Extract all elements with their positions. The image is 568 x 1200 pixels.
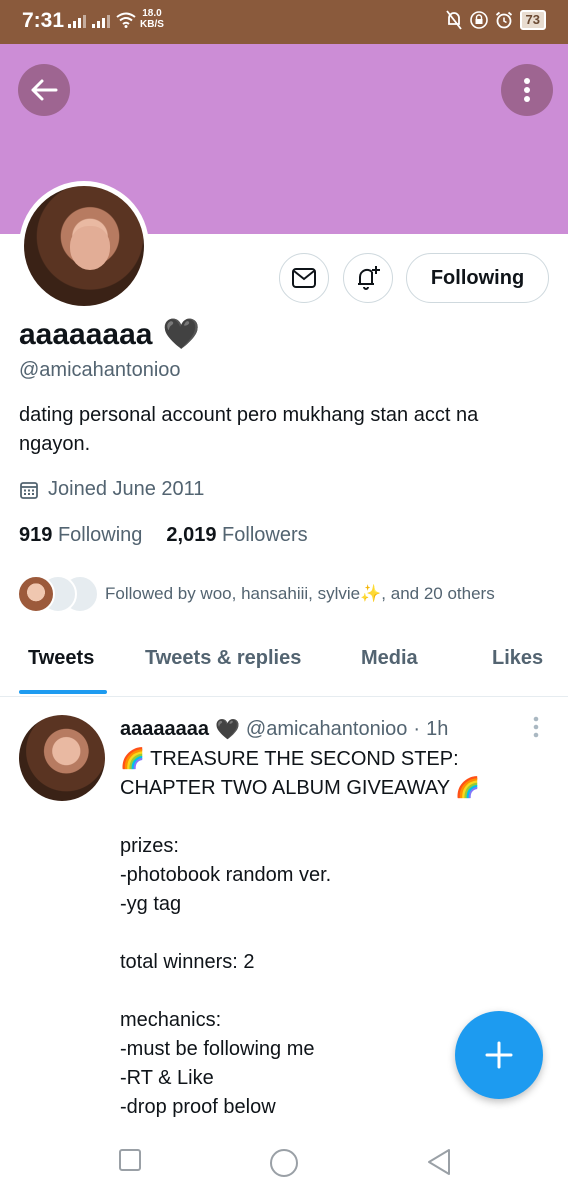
calendar-icon — [20, 481, 38, 499]
following-count-link[interactable]: 919 Following — [19, 524, 142, 547]
recents-icon[interactable] — [118, 1148, 142, 1172]
tweet-time: 1h — [426, 718, 449, 740]
status-bar: 7:31 18.0 KB/S 73 — [0, 0, 568, 44]
network-speed: 18.0 KB/S — [140, 8, 164, 30]
more-vertical-icon — [524, 78, 530, 102]
arrow-left-icon — [31, 79, 58, 101]
tab-media[interactable]: Media — [361, 647, 418, 670]
followers-count: 2,019 — [166, 524, 217, 546]
alarm-icon — [495, 11, 512, 29]
tweet-line: prizes: — [120, 835, 179, 857]
status-right-icons: 73 — [445, 10, 546, 30]
tweet-line: CHAPTER TWO ALBUM GIVEAWAY 🌈 — [120, 777, 481, 799]
followed-by-text: Followed by woo, hansahiii, sylvie✨, and… — [105, 584, 495, 603]
profile-bio: dating personal account pero mukhang sta… — [19, 404, 479, 455]
active-tab-indicator — [19, 690, 107, 694]
tweet-author-handle: @amicahantonioo — [245, 718, 408, 740]
speed-unit: KB/S — [140, 19, 164, 30]
notifications-off-icon — [445, 10, 462, 30]
tweet-separator: · — [413, 718, 421, 740]
home-icon[interactable] — [269, 1148, 299, 1178]
tweet-line: -photobook random ver. — [120, 864, 332, 886]
avatar — [17, 575, 55, 613]
tweet-more-button[interactable] — [532, 716, 540, 743]
battery-icon: 73 — [519, 10, 546, 30]
tweet-author-name[interactable]: aaaaaaaa — [120, 718, 209, 741]
joined-text: Joined June 2011 — [48, 478, 205, 500]
notifications-button[interactable] — [343, 253, 393, 303]
more-vertical-icon — [533, 716, 539, 738]
tweet-line: -yg tag — [120, 893, 182, 915]
following-count: 919 — [19, 524, 53, 546]
avatar — [24, 186, 144, 306]
bell-plus-icon — [358, 266, 380, 290]
followed-by-row[interactable]: Followed by woo, hansahiii, sylvie✨, and… — [17, 575, 495, 613]
followed-by-avatars — [17, 575, 99, 613]
back-icon[interactable] — [426, 1148, 452, 1176]
followers-label: Followers — [222, 524, 308, 546]
lock-icon — [469, 11, 488, 29]
profile-tabs: Tweets Tweets & replies Media Likes — [0, 637, 568, 697]
profile-display-name: aaaaaaaa 🖤 — [19, 317, 200, 352]
joined-date: Joined June 2011 — [19, 478, 204, 501]
signal-icons — [68, 12, 136, 28]
more-options-button[interactable] — [501, 64, 553, 116]
tweet-line — [120, 919, 540, 948]
mail-icon — [292, 268, 316, 288]
profile-handle: @amicahantonioo — [19, 359, 181, 381]
plus-icon — [485, 1041, 513, 1069]
tweet-line — [120, 803, 540, 832]
tweet-line: total winners: 2 — [120, 951, 255, 973]
compose-tweet-button[interactable] — [455, 1011, 543, 1099]
followers-count-link[interactable]: 2,019 Followers — [166, 524, 307, 547]
following-label: Following — [57, 524, 143, 546]
tweet-line: 🌈 TREASURE THE SECOND STEP: — [120, 748, 459, 770]
tweet-line — [120, 977, 540, 1006]
tab-tweets-replies[interactable]: Tweets & replies — [145, 647, 301, 670]
tweet-line: -drop proof below — [120, 1096, 276, 1118]
tweet-header: aaaaaaaa 🖤 @amicahantonioo · 1h — [120, 717, 448, 742]
tab-tweets[interactable]: Tweets — [28, 647, 94, 670]
display-name-text: aaaaaaaa — [19, 317, 153, 351]
system-nav-bar — [0, 1130, 568, 1200]
wifi-icon — [116, 12, 136, 28]
tweet-author-avatar[interactable] — [19, 715, 105, 801]
following-button[interactable]: Following — [406, 253, 549, 303]
follow-counts: 919 Following 2,019 Followers — [19, 524, 308, 547]
signal-icon — [92, 12, 110, 28]
back-button[interactable] — [18, 64, 70, 116]
black-heart-emoji: 🖤 — [162, 318, 200, 351]
speed-value: 18.0 — [142, 8, 162, 19]
tab-likes[interactable]: Likes — [492, 647, 543, 670]
status-time: 7:31 — [22, 9, 65, 32]
message-button[interactable] — [279, 253, 329, 303]
profile-avatar[interactable] — [19, 181, 149, 311]
signal-icon — [68, 12, 86, 28]
black-heart-emoji: 🖤 — [214, 719, 240, 741]
